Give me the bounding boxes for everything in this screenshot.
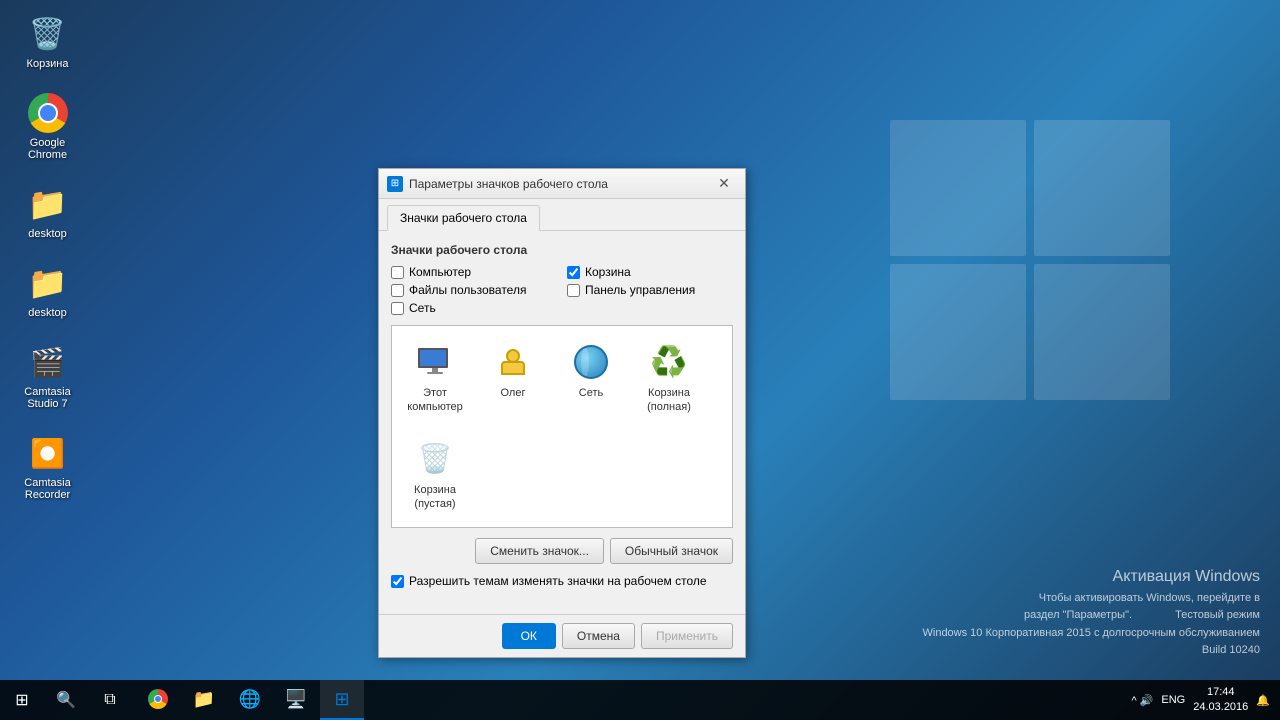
checkbox-computer[interactable]: Компьютер	[391, 265, 557, 279]
checkbox-network-label: Сеть	[409, 301, 436, 315]
taskbar-lang: ENG	[1161, 694, 1185, 706]
taskbar-chrome[interactable]	[136, 680, 180, 720]
taskbar-app2[interactable]: ⊞	[320, 680, 364, 720]
dialog-title-icon: ⊞	[387, 176, 403, 192]
checkbox-computer-label: Компьютер	[409, 265, 471, 279]
section-title: Значки рабочего стола	[391, 243, 733, 257]
dialog-overlay: ⊞ Параметры значков рабочего стола ✕ Зна…	[0, 0, 1280, 720]
dialog-close-button[interactable]: ✕	[711, 174, 737, 194]
icon-action-buttons: Сменить значок... Обычный значок	[391, 538, 733, 564]
icon-network[interactable]: Сеть	[556, 334, 626, 423]
icon-checkboxes: Компьютер Корзина Файлы пользователя Пан…	[391, 265, 733, 315]
cancel-button[interactable]: Отмена	[562, 623, 635, 649]
taskbar: ⊞ 🔍 ⧉ 📁 🌐 🖥️ ⊞ ^ 🔊 ENG	[0, 680, 1280, 720]
icon-user-oleg[interactable]: Олег	[478, 334, 548, 423]
taskbar-notification[interactable]: 🔔	[1256, 694, 1270, 707]
checkbox-user-files-input[interactable]	[391, 284, 404, 297]
icon-preview-grid: Этот компьютер Олег	[391, 325, 733, 528]
checkbox-computer-input[interactable]	[391, 266, 404, 279]
taskbar-systray-icons: ^ 🔊	[1131, 694, 1153, 707]
dialog-titlebar: ⊞ Параметры значков рабочего стола ✕	[379, 169, 745, 199]
taskbar-folder[interactable]: 📁	[182, 680, 226, 720]
checkbox-control-panel-label: Панель управления	[585, 283, 695, 297]
taskbar-app1[interactable]: 🖥️	[274, 680, 318, 720]
checkbox-network[interactable]: Сеть	[391, 301, 557, 315]
icon-recycle-full-label: Корзина(полная)	[647, 386, 691, 415]
restore-icon-button[interactable]: Обычный значок	[610, 538, 733, 564]
tab-desktop-icons[interactable]: Значки рабочего стола	[387, 205, 540, 231]
checkbox-network-input[interactable]	[391, 302, 404, 315]
icon-recycle-empty-label: Корзина(пустая)	[414, 483, 456, 512]
icon-recycle-full[interactable]: ♻️ Корзина(полная)	[634, 334, 704, 423]
desktop-icon-settings-dialog: ⊞ Параметры значков рабочего стола ✕ Зна…	[378, 168, 746, 658]
checkbox-user-files[interactable]: Файлы пользователя	[391, 283, 557, 297]
dialog-footer: ОК Отмена Применить	[379, 614, 745, 657]
start-button[interactable]: ⊞	[0, 680, 44, 720]
icon-this-computer[interactable]: Этот компьютер	[400, 334, 470, 423]
allow-themes-option[interactable]: Разрешить темам изменять значки на рабоч…	[391, 574, 733, 588]
ok-button[interactable]: ОК	[502, 623, 556, 649]
desktop: 🗑️ Корзина Google Chrome 📁 desktop 📁 des…	[0, 0, 1280, 720]
icon-user-label: Олег	[501, 386, 526, 400]
taskbar-clock: 17:44 24.03.2016	[1193, 685, 1248, 716]
search-button[interactable]: 🔍	[44, 680, 88, 720]
checkbox-recycle-input[interactable]	[567, 266, 580, 279]
change-icon-button[interactable]: Сменить значок...	[475, 538, 604, 564]
taskbar-ie[interactable]: 🌐	[228, 680, 272, 720]
checkbox-control-panel[interactable]: Панель управления	[567, 283, 733, 297]
checkbox-control-panel-input[interactable]	[567, 284, 580, 297]
taskbar-time-display: 17:44	[1193, 685, 1248, 700]
allow-themes-checkbox[interactable]	[391, 575, 404, 588]
taskbar-date-display: 24.03.2016	[1193, 700, 1248, 715]
apply-button[interactable]: Применить	[641, 623, 733, 649]
dialog-tab-bar: Значки рабочего стола	[379, 199, 745, 231]
dialog-content: Значки рабочего стола Компьютер Корзина …	[379, 231, 745, 614]
icon-this-computer-label: Этот компьютер	[406, 386, 464, 415]
icon-recycle-empty[interactable]: 🗑️ Корзина(пустая)	[400, 431, 470, 520]
taskbar-running-apps: 📁 🌐 🖥️ ⊞	[132, 680, 1121, 720]
checkbox-recycle[interactable]: Корзина	[567, 265, 733, 279]
taskbar-right-area: ^ 🔊 ENG 17:44 24.03.2016 🔔	[1121, 685, 1280, 716]
icon-network-label: Сеть	[579, 386, 603, 400]
allow-themes-label: Разрешить темам изменять значки на рабоч…	[409, 574, 707, 588]
checkbox-recycle-label: Корзина	[585, 265, 631, 279]
dialog-title-text: Параметры значков рабочего стола	[409, 177, 711, 191]
checkbox-user-files-label: Файлы пользователя	[409, 283, 526, 297]
task-view-button[interactable]: ⧉	[88, 680, 132, 720]
